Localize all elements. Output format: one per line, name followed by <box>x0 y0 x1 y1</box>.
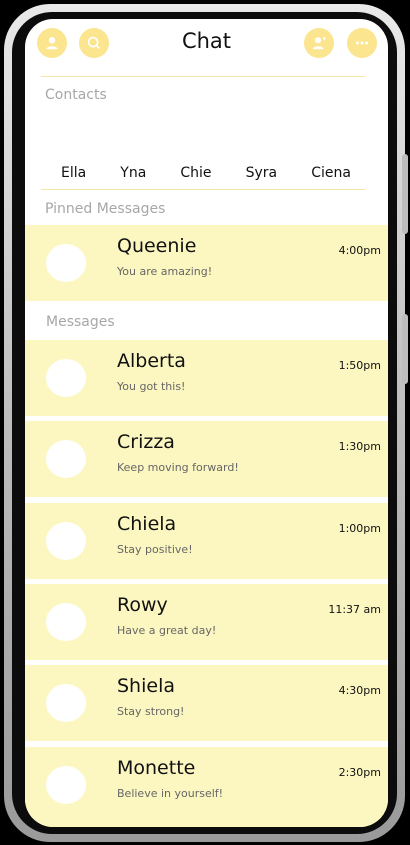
message-preview: Have a great day! <box>117 624 217 637</box>
message-time: 2:30pm <box>338 766 381 779</box>
message-item[interactable]: Rowy Have a great day! 11:37 am <box>25 584 388 660</box>
volume-button <box>402 154 408 234</box>
contact-name: Queenie <box>117 235 197 257</box>
avatar <box>46 359 86 397</box>
message-preview: Keep moving forward! <box>117 461 239 474</box>
message-time: 1:00pm <box>338 522 381 535</box>
avatar <box>46 603 86 641</box>
contact-name: Shiela <box>117 675 175 697</box>
message-time: 1:50pm <box>338 359 381 372</box>
message-time: 4:30pm <box>338 684 381 697</box>
message-preview: Believe in yourself! <box>117 787 224 800</box>
more-icon <box>356 41 368 45</box>
avatar <box>46 684 86 722</box>
contact-name: Chiela <box>117 513 177 535</box>
header-divider <box>41 76 365 77</box>
contact-name: Alberta <box>117 350 186 372</box>
contact-chie[interactable]: Chie <box>180 165 211 183</box>
contact-name: Monette <box>117 757 196 779</box>
add-contact-button[interactable] <box>304 28 334 58</box>
contact-ciena[interactable]: Ciena <box>311 165 351 183</box>
message-item[interactable]: Alberta You got this! 1:50pm <box>25 340 388 416</box>
message-item[interactable]: Shiela Stay strong! 4:30pm <box>25 665 388 741</box>
add-user-icon <box>312 37 326 50</box>
contacts-divider <box>41 189 365 190</box>
contact-ella[interactable]: Ella <box>61 165 86 183</box>
header: Chat <box>25 19 388 75</box>
message-time: 11:37 am <box>328 603 381 616</box>
contact-name: Crizza <box>117 431 175 453</box>
messages-label: Messages <box>46 314 115 330</box>
avatar <box>46 766 86 804</box>
pinned-messages-label: Pinned Messages <box>45 201 166 217</box>
avatar <box>46 440 86 478</box>
message-item[interactable]: Crizza Keep moving forward! 1:30pm <box>25 421 388 497</box>
contact-yna[interactable]: Yna <box>120 165 146 183</box>
message-preview: Stay strong! <box>117 705 185 718</box>
pinned-message-item[interactable]: Queenie You are amazing! 4:00pm <box>25 225 388 301</box>
message-preview: You are amazing! <box>117 265 213 278</box>
contacts-label: Contacts <box>45 87 107 103</box>
more-button[interactable] <box>347 28 377 58</box>
avatar <box>46 522 86 560</box>
power-button <box>402 314 408 384</box>
contact-name: Rowy <box>117 594 168 616</box>
message-preview: You got this! <box>117 380 186 393</box>
contacts-list: Ella Yna Chie Syra Ciena <box>41 165 365 183</box>
contact-syra[interactable]: Syra <box>246 165 278 183</box>
message-time: 1:30pm <box>338 440 381 453</box>
message-item[interactable]: Chiela Stay positive! 1:00pm <box>25 503 388 579</box>
avatar <box>46 244 86 282</box>
message-item[interactable]: Monette Believe in yourself! 2:30pm <box>25 747 388 827</box>
message-preview: Stay positive! <box>117 543 193 556</box>
message-time: 4:00pm <box>338 244 381 257</box>
app-screen: Chat Contacts Ella Yna Chie Syra Ciena P… <box>25 19 388 827</box>
